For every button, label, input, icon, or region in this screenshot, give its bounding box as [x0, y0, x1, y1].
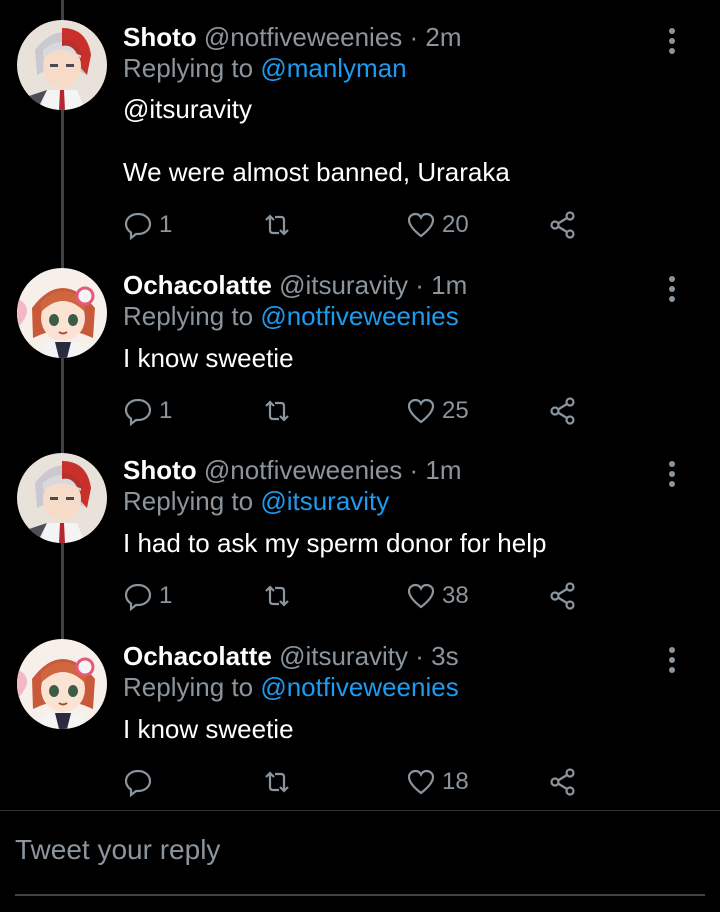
display-name[interactable]: Shoto [123, 22, 197, 52]
replying-to: Replying to @notfiveweenies [123, 670, 459, 704]
tweet-text: I know sweetie [123, 343, 294, 373]
display-name[interactable]: Shoto [123, 455, 197, 485]
avatar-image [17, 639, 107, 729]
like-count: 25 [442, 397, 469, 424]
retweet-button[interactable] [262, 391, 292, 431]
tweet-actions: 18 [0, 762, 720, 802]
reply-button[interactable]: 1 [123, 576, 172, 616]
tweet-header: Shoto @notfiveweenies · 1m [123, 453, 462, 487]
timestamp[interactable]: · 1m [415, 270, 467, 300]
reply-icon [124, 769, 152, 797]
avatar-ochaco[interactable] [17, 639, 107, 729]
retweet-button[interactable] [262, 205, 292, 245]
tweet-actions: 1 38 [0, 576, 720, 616]
divider [0, 810, 720, 811]
reply-button[interactable] [123, 762, 159, 802]
more-options-button[interactable] [662, 647, 682, 677]
display-name[interactable]: Ochacolatte [123, 641, 272, 671]
like-button[interactable]: 25 [406, 391, 469, 431]
replying-to: Replying to @notfiveweenies [123, 299, 459, 333]
replying-to-label: Replying to [123, 672, 254, 702]
retweet-icon [265, 771, 289, 793]
share-button[interactable] [548, 576, 578, 616]
heart-icon [407, 212, 435, 238]
share-icon [550, 211, 575, 239]
tweet-actions: 1 25 [0, 391, 720, 431]
avatar-image [17, 453, 107, 543]
replying-to-label: Replying to [123, 301, 254, 331]
share-icon [550, 397, 575, 425]
replying-to-label: Replying to [123, 53, 254, 83]
replying-to-label: Replying to [123, 486, 254, 516]
reply-icon [124, 212, 152, 240]
replying-to-link[interactable]: @notfiveweenies [260, 301, 458, 331]
replying-to-link[interactable]: @notfiveweenies [260, 672, 458, 702]
like-button[interactable]: 38 [406, 576, 469, 616]
mention-link[interactable]: @itsuravity [123, 92, 252, 126]
retweet-icon [265, 214, 289, 236]
tweet-text: We were almost banned, Uraraka [123, 157, 510, 187]
share-button[interactable] [548, 762, 578, 802]
like-count: 20 [442, 211, 469, 238]
replying-to-link[interactable]: @itsuravity [260, 486, 389, 516]
share-button[interactable] [548, 205, 578, 245]
like-button[interactable]: 20 [406, 205, 469, 245]
tweet-actions: 1 20 [0, 205, 720, 245]
tweet-header: Ochacolatte @itsuravity · 3s [123, 639, 459, 673]
avatar-image [17, 20, 107, 110]
tweet-text: I know sweetie [123, 714, 294, 744]
reply-count: 1 [159, 397, 173, 424]
share-icon [550, 768, 575, 796]
reply-input-underline [15, 894, 705, 896]
reply-count: 1 [159, 582, 173, 609]
reply-input[interactable]: Tweet your reply [15, 834, 705, 866]
retweet-button[interactable] [262, 762, 292, 802]
retweet-icon [265, 400, 289, 422]
tweet-text: I had to ask my sperm donor for help [123, 528, 547, 558]
replying-to: Replying to @manlyman [123, 51, 407, 85]
more-options-button[interactable] [662, 28, 682, 58]
share-icon [550, 582, 575, 610]
user-handle[interactable]: @notfiveweenies [204, 455, 402, 485]
heart-icon [407, 583, 435, 609]
reply-button[interactable]: 1 [123, 391, 172, 431]
retweet-icon [265, 585, 289, 607]
timestamp[interactable]: · 3s [415, 641, 458, 671]
heart-icon [407, 769, 435, 795]
timestamp[interactable]: · 1m [410, 455, 462, 485]
display-name[interactable]: Ochacolatte [123, 270, 272, 300]
user-handle[interactable]: @notfiveweenies [204, 22, 402, 52]
user-handle[interactable]: @itsuravity [279, 270, 408, 300]
more-options-button[interactable] [662, 461, 682, 491]
reply-icon [124, 583, 152, 611]
replying-to: Replying to @itsuravity [123, 484, 389, 518]
replying-to-link[interactable]: @manlyman [260, 53, 406, 83]
heart-icon [407, 398, 435, 424]
like-button[interactable]: 18 [406, 762, 469, 802]
avatar-shoto[interactable] [17, 453, 107, 543]
reply-button[interactable]: 1 [123, 205, 172, 245]
tweet-header: Ochacolatte @itsuravity · 1m [123, 268, 467, 302]
reply-count: 1 [159, 211, 173, 238]
avatar-ochaco[interactable] [17, 268, 107, 358]
like-count: 18 [442, 768, 469, 795]
timestamp[interactable]: · 2m [410, 22, 462, 52]
tweet-header: Shoto @notfiveweenies · 2m [123, 20, 462, 54]
share-button[interactable] [548, 391, 578, 431]
user-handle[interactable]: @itsuravity [279, 641, 408, 671]
retweet-button[interactable] [262, 576, 292, 616]
more-options-button[interactable] [662, 276, 682, 306]
avatar-shoto[interactable] [17, 20, 107, 110]
reply-icon [124, 398, 152, 426]
like-count: 38 [442, 582, 469, 609]
avatar-image [17, 268, 107, 358]
